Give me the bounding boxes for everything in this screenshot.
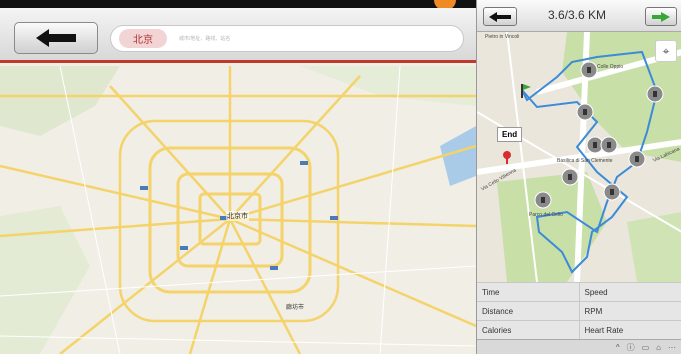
stat-label: Heart Rate: [584, 326, 624, 335]
stat-label: Calories: [477, 321, 580, 339]
center-city-label: 北京市: [226, 211, 249, 221]
stat-label: Distance: [477, 302, 580, 320]
search-box[interactable]: 北京 城市/地址、路线、站名: [110, 25, 464, 52]
crosshair-icon: ⌖: [662, 43, 670, 58]
distance-title: 3.6/3.6 KM: [547, 8, 607, 22]
beijing-map[interactable]: 北京市 廊坊市: [0, 65, 476, 354]
arrow-left-icon: [489, 11, 511, 22]
screen: 北京市 廊坊市 北京 城市/地址、路线、站名 3.6/3.6 KM ⌖ End …: [0, 0, 681, 354]
locate-me-button[interactable]: ⌖: [655, 40, 677, 62]
map-label: Pietro in Vincoli: [485, 34, 520, 40]
home-icon[interactable]: ⌂: [656, 343, 661, 352]
stat-label: RPM: [584, 307, 603, 316]
stat-row: Distance RPM: [477, 301, 681, 320]
chevron-up-icon[interactable]: ^: [616, 343, 620, 352]
map-label: Colle Oppio: [597, 64, 624, 70]
more-icon[interactable]: ···: [668, 343, 676, 352]
map-label: Basilica di San Clemente: [557, 158, 613, 164]
stat-label: Time: [477, 283, 580, 301]
search-placeholder: 城市/地址、路线、站名: [179, 36, 231, 42]
secondary-city-label: 廊坊市: [286, 305, 305, 311]
play-button[interactable]: [645, 7, 677, 26]
info-icon[interactable]: ⓘ: [627, 342, 635, 353]
workout-panel: 3.6/3.6 KM ⌖ End Pietro in Vincoli Colle…: [476, 0, 681, 354]
map-app-left: 北京市 廊坊市 北京 城市/地址、路线、站名: [0, 0, 476, 354]
route-back-button[interactable]: [483, 7, 517, 26]
stat-row: Calories Heart Rate: [477, 320, 681, 339]
play-icon: [652, 11, 670, 22]
arrow-left-icon: [36, 29, 76, 47]
workout-stats: Time Speed Distance RPM Calories Heart R…: [477, 282, 681, 339]
stat-label: Speed: [584, 288, 608, 297]
route-map[interactable]: ⌖ End Pietro in Vincoli Colle Oppio Basi…: [477, 32, 681, 282]
back-button[interactable]: [14, 22, 98, 54]
end-marker-label: End: [497, 127, 523, 142]
city-selector[interactable]: 北京: [119, 29, 167, 48]
screen-icon[interactable]: ▭: [642, 343, 650, 352]
system-bar: ^ ⓘ ▭ ⌂ ···: [477, 339, 681, 354]
route-header: 3.6/3.6 KM: [477, 0, 681, 32]
map-search-bar: 北京 城市/地址、路线、站名: [0, 8, 476, 63]
stat-row: Time Speed: [477, 282, 681, 301]
map-label: Parco del Celio: [529, 212, 563, 218]
status-strip: [0, 0, 476, 8]
